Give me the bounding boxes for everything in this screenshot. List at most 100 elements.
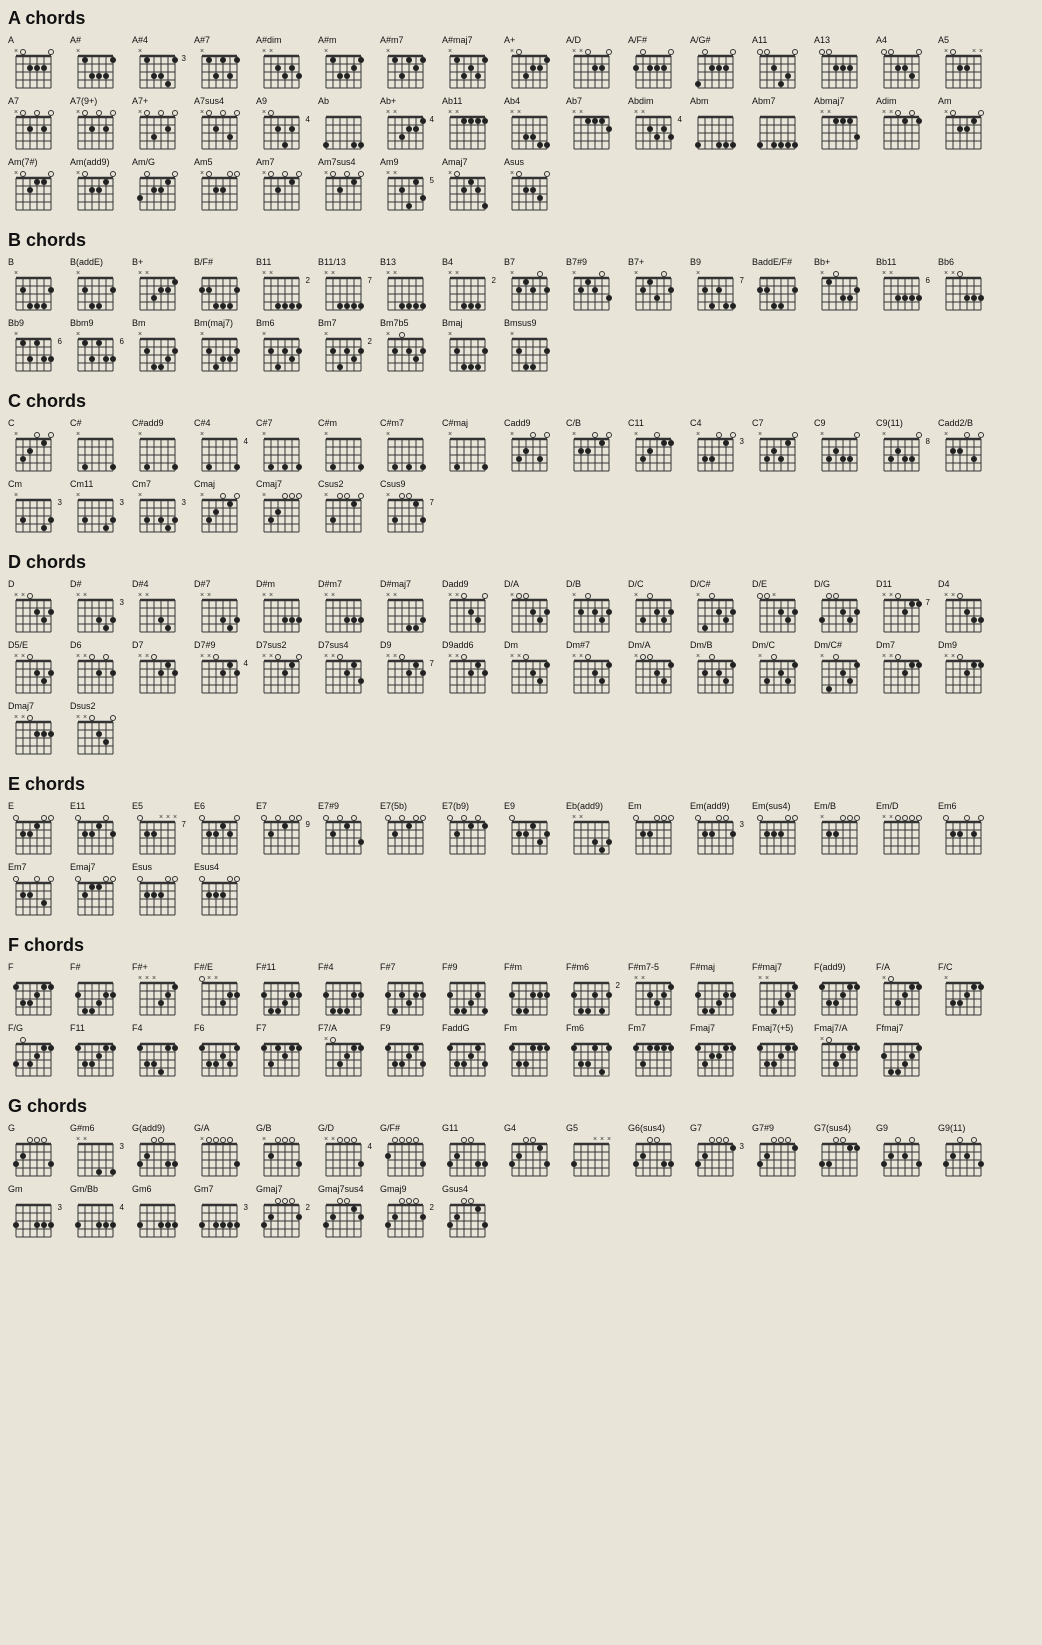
- chord-item: Cadd9×: [504, 418, 562, 475]
- chord-name: A5: [938, 35, 949, 45]
- chord-diagram: ×: [256, 168, 308, 214]
- chord-name: D7#9: [194, 640, 216, 650]
- fret-number: 3: [182, 54, 186, 63]
- fret-number: 3: [244, 1203, 248, 1212]
- chord-item: Adim××: [876, 96, 934, 153]
- chord-diagram: [318, 1195, 370, 1241]
- chord-item: Bbm9×6: [70, 318, 128, 375]
- svg-text:×: ×: [758, 431, 762, 438]
- chord-item: A4: [876, 35, 934, 92]
- chord-item: F(add9): [814, 962, 872, 1019]
- chord-diagram: ×: [628, 651, 680, 697]
- chord-name: Ab: [318, 96, 329, 106]
- chord-diagram: ××: [8, 590, 60, 636]
- svg-text:×: ×: [386, 653, 390, 660]
- chord-item: F6: [194, 1023, 252, 1080]
- section-title-A: A chords: [8, 8, 1034, 29]
- svg-text:×: ×: [579, 109, 583, 116]
- chord-diagram: [752, 1034, 804, 1080]
- svg-text:×: ×: [200, 109, 204, 116]
- chord-item: D/A×: [504, 579, 562, 636]
- chord-diagram: ××7: [380, 651, 432, 697]
- svg-text:×: ×: [145, 592, 149, 599]
- chord-item: D#m7××: [318, 579, 376, 636]
- chord-item: B4××2: [442, 257, 500, 314]
- svg-text:×: ×: [448, 592, 452, 599]
- chord-name: Am/G: [132, 157, 155, 167]
- chord-item: D/E×: [752, 579, 810, 636]
- chord-name: D#maj7: [380, 579, 411, 589]
- chord-diagram: [442, 812, 494, 858]
- chord-diagram: [690, 1034, 742, 1080]
- chord-diagram: ××: [938, 651, 990, 697]
- chord-name: F/C: [938, 962, 953, 972]
- chord-diagram: ××: [442, 651, 494, 697]
- chord-item: F/G: [8, 1023, 66, 1080]
- chord-item: C#7×: [256, 418, 314, 475]
- chord-diagram: 2: [256, 1195, 308, 1241]
- chord-name: Cmaj: [194, 479, 215, 489]
- chord-name: B: [8, 257, 14, 267]
- chord-item: E9: [504, 801, 562, 858]
- fret-number: 4: [430, 115, 434, 124]
- chord-diagram: ×: [504, 590, 556, 636]
- svg-text:×: ×: [882, 814, 886, 821]
- chord-name: Bm6: [256, 318, 275, 328]
- svg-text:×: ×: [138, 109, 142, 116]
- svg-text:×: ×: [510, 109, 514, 116]
- chord-diagram: ×3: [132, 490, 184, 536]
- chord-name: E7: [256, 801, 267, 811]
- chord-item: Am(7#)×: [8, 157, 66, 214]
- chord-name: G11: [442, 1123, 458, 1133]
- chord-diagram: ×: [752, 429, 804, 475]
- chord-item: D7#9××4: [194, 640, 252, 697]
- chord-name: C#m7: [380, 418, 404, 428]
- chord-diagram: [752, 268, 804, 314]
- chord-name: B/F#: [194, 257, 213, 267]
- chord-diagram: ×: [628, 590, 680, 636]
- chord-diagram: ×: [132, 329, 184, 375]
- svg-text:×: ×: [634, 431, 638, 438]
- svg-text:×: ×: [510, 431, 514, 438]
- chord-diagram: [8, 812, 60, 858]
- chord-diagram: ×: [256, 1134, 308, 1180]
- chord-item: B7×: [504, 257, 562, 314]
- chord-item: Em(add9)3: [690, 801, 748, 858]
- chord-diagram: ×8: [876, 429, 928, 475]
- chords-grid-G: GG#m6××3G(add9)G/A×G/B×G/D××4G/F#G11G4G5…: [8, 1123, 1034, 1241]
- chord-name: Abdim: [628, 96, 654, 106]
- svg-text:×: ×: [83, 714, 87, 721]
- svg-text:×: ×: [696, 592, 700, 599]
- svg-text:×: ×: [262, 1136, 266, 1143]
- chord-name: Em(add9): [690, 801, 730, 811]
- chord-name: FaddG: [442, 1023, 470, 1033]
- chord-diagram: ×××: [132, 973, 184, 1019]
- chord-name: G/D: [318, 1123, 334, 1133]
- chord-diagram: [566, 1034, 618, 1080]
- fret-number: 4: [678, 115, 682, 124]
- svg-text:×: ×: [882, 653, 886, 660]
- chord-name: G/B: [256, 1123, 272, 1133]
- chord-item: Fmaj7/A×: [814, 1023, 872, 1080]
- chord-name: D#m7: [318, 579, 342, 589]
- chord-diagram: ××: [256, 590, 308, 636]
- chords-grid-B: B×B(addE)×B+××B/F#B11××2B11/13××7B13××B4…: [8, 257, 1034, 375]
- chord-name: B4: [442, 257, 453, 267]
- chord-diagram: ××: [814, 107, 866, 153]
- chord-item: A#m×: [318, 35, 376, 92]
- chord-diagram: ××: [504, 651, 556, 697]
- chord-item: Gm73: [194, 1184, 252, 1241]
- chord-item: Ab+××4: [380, 96, 438, 153]
- chord-diagram: ×: [70, 268, 122, 314]
- chord-item: D/G: [814, 579, 872, 636]
- section-title-D: D chords: [8, 552, 1034, 573]
- chord-name: G/F#: [380, 1123, 400, 1133]
- chord-item: G9(11): [938, 1123, 996, 1180]
- chord-diagram: ××: [752, 973, 804, 1019]
- chord-diagram: ×: [380, 46, 432, 92]
- chord-item: F/A×: [876, 962, 934, 1019]
- chord-item: F#maj: [690, 962, 748, 1019]
- chord-item: Abmaj7××: [814, 96, 872, 153]
- chord-item: Dm××: [504, 640, 562, 697]
- chord-name: E9: [504, 801, 515, 811]
